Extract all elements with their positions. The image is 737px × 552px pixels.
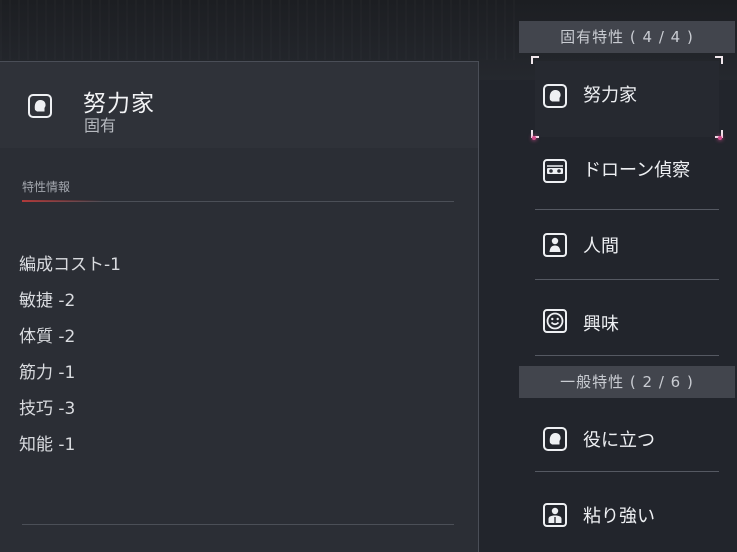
category-header-general: 一般特性 ( 2 / 6 )	[519, 366, 735, 398]
trait-item-label: ドローン偵察	[583, 160, 691, 181]
trait-item-label: 粘り強い	[583, 506, 655, 527]
effect-list: 編成コスト-1 敏捷 -2 体質 -2 筋力 -1 技巧 -3 知能 -1	[19, 254, 121, 470]
selection-corner	[715, 56, 723, 64]
effect-item: 体質 -2	[19, 327, 76, 347]
trait-item-label: 努力家	[583, 85, 637, 106]
trait-item-label: 役に立つ	[583, 430, 655, 451]
selection-corner	[531, 56, 539, 64]
effect-item: 知能 -1	[19, 435, 76, 455]
category-header-innate: 固有特性 ( 4 / 4 )	[519, 21, 735, 53]
effect-item: 筋力 -1	[19, 363, 76, 383]
head-shield-icon	[542, 426, 568, 452]
effect-item: 敏捷 -2	[19, 291, 76, 311]
trait-item-label: 興味	[583, 314, 619, 335]
bottom-divider	[22, 524, 454, 525]
background-texture	[0, 0, 520, 60]
trait-item-interest[interactable]: 興味	[535, 280, 719, 356]
effect-item: 編成コスト-1	[19, 255, 121, 275]
head-shield-icon	[542, 83, 568, 109]
trait-detail-panel: 努力家 固有 特性情報 編成コスト-1 敏捷 -2 体質 -2 筋力 -1 技巧…	[0, 61, 479, 552]
effect-item: 技巧 -3	[19, 399, 76, 419]
smiley-icon	[542, 308, 568, 334]
drone-mask-icon	[542, 158, 568, 184]
trait-item-label: 人間	[583, 236, 619, 257]
person-icon	[542, 232, 568, 258]
trait-item-human[interactable]: 人間	[535, 204, 719, 280]
trait-item-tenacious[interactable]: 粘り強い	[535, 472, 719, 548]
trait-item-useful[interactable]: 役に立つ	[535, 396, 719, 472]
section-divider-accent	[22, 200, 104, 202]
trait-item-hardworker[interactable]: 努力家	[531, 56, 723, 140]
section-label: 特性情報	[22, 180, 71, 194]
head-shield-icon	[27, 93, 53, 119]
item-divider	[535, 355, 719, 356]
trait-type: 固有	[84, 116, 117, 135]
detail-header: 努力家 固有	[0, 62, 478, 148]
person-bust-icon	[542, 502, 568, 528]
trait-item-drone-recon[interactable]: ドローン偵察	[535, 134, 719, 210]
